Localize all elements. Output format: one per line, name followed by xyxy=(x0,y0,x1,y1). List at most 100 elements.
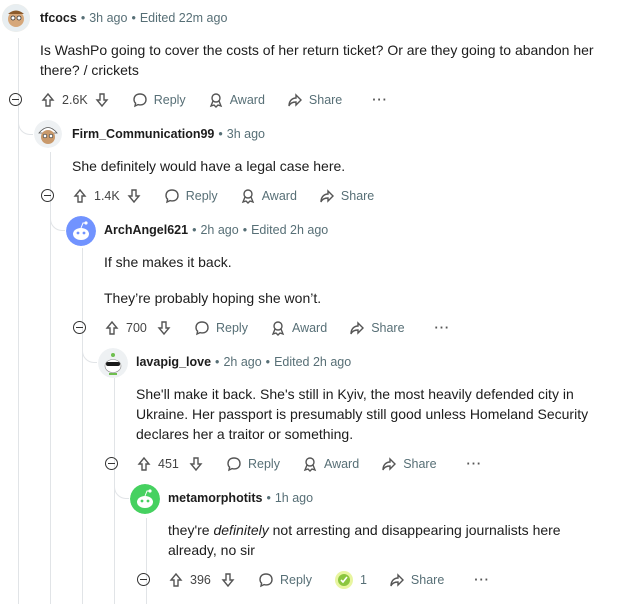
username[interactable]: Firm_Communication99 xyxy=(72,127,214,141)
reply-label: Reply xyxy=(185,189,218,203)
downvote-icon[interactable] xyxy=(156,320,172,336)
comment-meta: tfcocs • 3h ago • Edited 22m ago xyxy=(40,11,228,25)
emphasis-text: definitely xyxy=(213,522,269,538)
snoo-avatar-icon xyxy=(2,4,30,32)
award-icon xyxy=(303,457,317,472)
reply-label: Reply xyxy=(280,573,312,587)
comment-actions: 700 Reply Award Share ··· xyxy=(104,316,450,340)
avatar[interactable] xyxy=(98,348,128,378)
avatar[interactable] xyxy=(34,120,62,148)
collapse-icon[interactable] xyxy=(137,573,150,586)
snoo-avatar-icon xyxy=(34,120,62,148)
username[interactable]: lavapig_love xyxy=(136,355,211,369)
comment-actions: 396 Reply 1 Share ··· xyxy=(168,568,490,592)
edited-label: Edited 2h ago xyxy=(274,355,352,369)
timestamp[interactable]: 1h ago xyxy=(275,491,313,505)
vote-group: 451 xyxy=(136,456,204,472)
award-button[interactable]: Award xyxy=(208,92,265,108)
vote-count: 700 xyxy=(126,321,147,335)
upvote-icon[interactable] xyxy=(40,92,56,108)
upvote-icon[interactable] xyxy=(136,456,152,472)
share-button[interactable]: Share xyxy=(287,92,342,108)
collapse-icon[interactable] xyxy=(73,321,86,334)
share-button[interactable]: Share xyxy=(381,456,437,472)
vote-count: 1.4K xyxy=(94,189,120,203)
vote-count: 451 xyxy=(158,457,179,471)
username[interactable]: tfcocs xyxy=(40,11,77,25)
award-button[interactable]: Award xyxy=(270,320,327,336)
comment-actions: 1.4K Reply Award Share xyxy=(72,184,374,208)
username[interactable]: metamorphotits xyxy=(168,491,262,505)
share-button[interactable]: Share xyxy=(319,188,374,204)
more-options-icon[interactable]: ··· xyxy=(372,93,388,107)
more-options-icon[interactable]: ··· xyxy=(474,573,490,587)
reply-label: Reply xyxy=(216,321,248,335)
avatar[interactable] xyxy=(2,4,30,32)
award-count: 1 xyxy=(359,573,367,587)
share-button[interactable]: Share xyxy=(349,320,405,336)
award-label: Award xyxy=(323,457,360,471)
share-icon xyxy=(320,189,334,203)
downvote-icon[interactable] xyxy=(94,92,110,108)
reply-button[interactable]: Reply xyxy=(164,188,218,204)
reply-button[interactable]: Reply xyxy=(132,92,186,108)
reply-icon xyxy=(227,457,241,472)
comment-meta: ArchAngel621 • 2h ago • Edited 2h ago xyxy=(104,223,329,237)
default-snoo-icon xyxy=(130,484,160,514)
text-segment: they're xyxy=(168,522,214,538)
reply-button[interactable]: Reply xyxy=(194,320,248,336)
comment-body: If she makes it back. They’re probably h… xyxy=(104,252,604,324)
username[interactable]: ArchAngel621 xyxy=(104,223,188,237)
award-icon xyxy=(209,93,222,108)
more-options-icon[interactable]: ··· xyxy=(467,457,483,471)
award-button[interactable]: 1 xyxy=(334,570,367,590)
collapse-icon[interactable] xyxy=(9,93,22,106)
downvote-icon[interactable] xyxy=(188,456,204,472)
more-options-icon[interactable]: ··· xyxy=(435,321,451,335)
comment-meta: metamorphotits • 1h ago xyxy=(168,491,314,505)
reply-icon xyxy=(165,189,179,204)
thread-line xyxy=(82,248,83,604)
upvote-icon[interactable] xyxy=(72,188,88,204)
thread-line xyxy=(146,518,147,604)
award-icon xyxy=(241,189,254,204)
vote-count: 396 xyxy=(190,573,211,587)
collapse-icon[interactable] xyxy=(105,457,118,470)
thread-branch xyxy=(18,120,33,135)
awarded-badge-icon xyxy=(334,571,353,589)
share-icon xyxy=(350,321,365,335)
comment-text: She'll make it back. She's still in Kyiv… xyxy=(136,386,589,442)
reply-label: Reply xyxy=(153,93,186,107)
downvote-icon[interactable] xyxy=(220,572,236,588)
reply-button[interactable]: Reply xyxy=(226,456,280,472)
reply-label: Reply xyxy=(248,457,280,471)
comment-actions: 451 Reply Award Share ··· xyxy=(136,452,482,476)
timestamp[interactable]: 3h ago xyxy=(227,127,265,141)
share-label: Share xyxy=(308,93,343,107)
thread-branch xyxy=(50,216,65,231)
snoo-avatar-icon xyxy=(98,348,128,378)
upvote-icon[interactable] xyxy=(168,572,184,588)
timestamp[interactable]: 3h ago xyxy=(89,11,127,25)
edited-label: Edited 22m ago xyxy=(139,11,228,25)
timestamp[interactable]: 2h ago xyxy=(200,223,238,237)
upvote-icon[interactable] xyxy=(104,320,120,336)
downvote-icon[interactable] xyxy=(126,188,142,204)
share-button[interactable]: Share xyxy=(389,572,444,588)
avatar[interactable] xyxy=(130,484,160,514)
award-button[interactable]: Award xyxy=(302,456,359,472)
award-button[interactable]: Award xyxy=(240,188,297,204)
reply-icon xyxy=(133,93,147,108)
reply-button[interactable]: Reply xyxy=(258,572,312,588)
vote-count: 2.6K xyxy=(62,93,88,107)
share-label: Share xyxy=(340,189,375,203)
share-icon xyxy=(390,573,404,587)
comment-text: If she makes it back. xyxy=(104,254,232,270)
default-snoo-icon xyxy=(66,216,96,246)
vote-group: 396 xyxy=(168,572,236,588)
timestamp[interactable]: 2h ago xyxy=(223,355,261,369)
thread-branch xyxy=(82,348,97,363)
avatar[interactable] xyxy=(66,216,96,246)
vote-group: 700 xyxy=(104,320,172,336)
collapse-icon[interactable] xyxy=(41,189,54,202)
